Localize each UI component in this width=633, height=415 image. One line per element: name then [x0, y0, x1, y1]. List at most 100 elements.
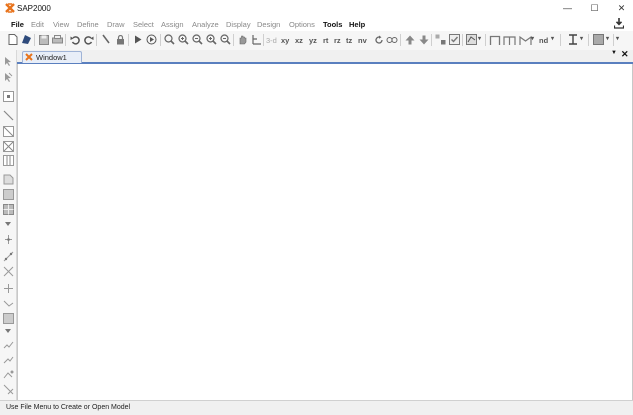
tab-list-dropdown-icon[interactable]: ▼	[611, 50, 617, 56]
redo-icon[interactable]	[82, 33, 95, 46]
menu-file[interactable]: File	[11, 20, 24, 29]
draw-frame-icon[interactable]	[488, 33, 501, 46]
view-xy-button[interactable]: xy	[281, 36, 289, 45]
model-view-canvas[interactable]	[17, 64, 633, 400]
menu-options[interactable]: Options	[289, 20, 315, 29]
clear-selection-icon[interactable]	[2, 368, 14, 380]
display-mode-icon[interactable]	[465, 33, 478, 46]
title-bar: SAP2000 — ☐ ✕	[0, 0, 633, 18]
run-analysis-icon[interactable]	[131, 33, 144, 46]
zoom-restore-icon[interactable]	[205, 33, 218, 46]
quick-draw-braces-icon[interactable]	[2, 140, 14, 152]
print-icon[interactable]	[51, 33, 64, 46]
node-dropdown-icon[interactable]: ▾	[551, 35, 554, 42]
lock-model-icon[interactable]	[99, 33, 112, 46]
open-model-icon[interactable]	[20, 33, 33, 46]
node-label-button[interactable]: nd	[539, 36, 548, 45]
padlock-icon[interactable]	[114, 33, 127, 46]
draw-portal-frame-icon[interactable]	[503, 33, 516, 46]
menu-bar: File Edit View Define Draw Select Assign…	[0, 17, 633, 31]
undo-icon[interactable]	[68, 33, 81, 46]
status-bar: Use File Menu to Create or Open Model	[0, 400, 633, 415]
sap2000-logo-icon	[5, 3, 15, 13]
quick-draw-frame-icon[interactable]	[2, 125, 14, 137]
toolbar-separator	[34, 34, 35, 46]
tab-close-icon[interactable]: ✕	[621, 49, 629, 60]
menu-display[interactable]: Display	[226, 20, 251, 29]
tab-window1[interactable]: Window1	[22, 51, 82, 63]
toolbar: 3-d xy xz yz rt rz tz nv ▾ ▾ nd ▾ ▾ ▾ ▾	[0, 31, 633, 51]
download-icon[interactable]	[614, 18, 624, 29]
toolbar-separator	[65, 34, 66, 46]
reshaper-icon[interactable]	[2, 71, 14, 83]
toolbar-separator	[400, 34, 401, 46]
rotate-view-icon[interactable]	[372, 33, 385, 46]
select-previous-icon[interactable]	[2, 353, 14, 365]
minimize-button[interactable]: —	[556, 0, 579, 17]
pointer-icon[interactable]	[2, 55, 14, 67]
zoom-previous-icon[interactable]	[219, 33, 232, 46]
new-model-icon[interactable]	[6, 33, 19, 46]
view-rt-button[interactable]: rt	[323, 36, 328, 45]
draw-joint-icon[interactable]	[2, 90, 14, 102]
display-mode-dropdown-icon[interactable]: ▾	[478, 35, 481, 42]
close-button[interactable]: ✕	[610, 0, 633, 17]
zoom-in-icon[interactable]	[177, 33, 190, 46]
menu-analyze[interactable]: Analyze	[192, 20, 219, 29]
zoom-window-icon[interactable]	[163, 33, 176, 46]
i-section-icon[interactable]	[566, 33, 579, 46]
draw-solid-icon[interactable]	[2, 312, 14, 324]
draw-rectangular-area-icon[interactable]	[2, 188, 14, 200]
palette-dropdown-icon[interactable]	[2, 218, 14, 230]
save-icon[interactable]	[37, 33, 50, 46]
menu-help[interactable]: Help	[349, 20, 365, 29]
run-now-icon[interactable]	[145, 33, 158, 46]
zoom-out-icon[interactable]	[191, 33, 204, 46]
draw-link-icon[interactable]	[2, 233, 14, 245]
menu-define[interactable]: Define	[77, 20, 99, 29]
window-title: SAP2000	[17, 4, 51, 13]
view-xz-button[interactable]: xz	[295, 36, 303, 45]
set-display-options-icon[interactable]	[448, 33, 461, 46]
view-3d-button[interactable]: 3-d	[266, 36, 277, 45]
view-nv-button[interactable]: nv	[358, 36, 367, 45]
palette-dropdown-icon[interactable]	[2, 325, 14, 337]
perspective-icon[interactable]	[385, 33, 398, 46]
show-all-icon[interactable]	[2, 383, 14, 395]
menu-draw[interactable]: Draw	[107, 20, 125, 29]
draw-tendon-icon[interactable]	[2, 265, 14, 277]
object-shrink-icon[interactable]	[434, 33, 447, 46]
toolbar-overflow-icon[interactable]: ▾	[616, 35, 619, 42]
pan-icon[interactable]	[236, 33, 249, 46]
menu-select[interactable]: Select	[133, 20, 154, 29]
menu-tools[interactable]: Tools	[323, 20, 342, 29]
menu-edit[interactable]: Edit	[31, 20, 44, 29]
view-tz-button[interactable]: tz	[346, 36, 352, 45]
quick-draw-secondary-beams-icon[interactable]	[2, 154, 14, 166]
tab-label: Window1	[36, 53, 67, 62]
move-down-icon[interactable]	[417, 33, 430, 46]
draw-frame-cable-icon[interactable]	[2, 109, 14, 121]
menu-view[interactable]: View	[53, 20, 69, 29]
draw-section-cut-icon[interactable]	[2, 282, 14, 294]
left-tool-palette	[0, 50, 17, 400]
draw-poly-area-icon[interactable]	[2, 173, 14, 185]
select-all-icon[interactable]	[2, 339, 14, 351]
maximize-button[interactable]: ☐	[583, 0, 606, 17]
draw-2-joint-link-icon[interactable]	[2, 250, 14, 262]
section-dropdown-icon[interactable]: ▾	[580, 35, 583, 42]
draw-dropdown-icon[interactable]: ▾	[531, 35, 534, 42]
area-section-icon[interactable]	[592, 33, 605, 46]
menu-design[interactable]: Design	[257, 20, 280, 29]
menu-assign[interactable]: Assign	[161, 20, 184, 29]
toolbar-separator	[96, 34, 97, 46]
view-rz-button[interactable]: rz	[334, 36, 341, 45]
view-yz-button[interactable]: yz	[309, 36, 317, 45]
document-tab-strip	[17, 50, 633, 64]
area-dropdown-icon[interactable]: ▾	[606, 35, 609, 42]
sap2000-logo-icon	[25, 53, 33, 61]
move-up-icon[interactable]	[403, 33, 416, 46]
quick-draw-area-icon[interactable]	[2, 203, 14, 215]
draw-dimension-line-icon[interactable]	[2, 297, 14, 309]
set-limits-icon[interactable]	[250, 33, 263, 46]
